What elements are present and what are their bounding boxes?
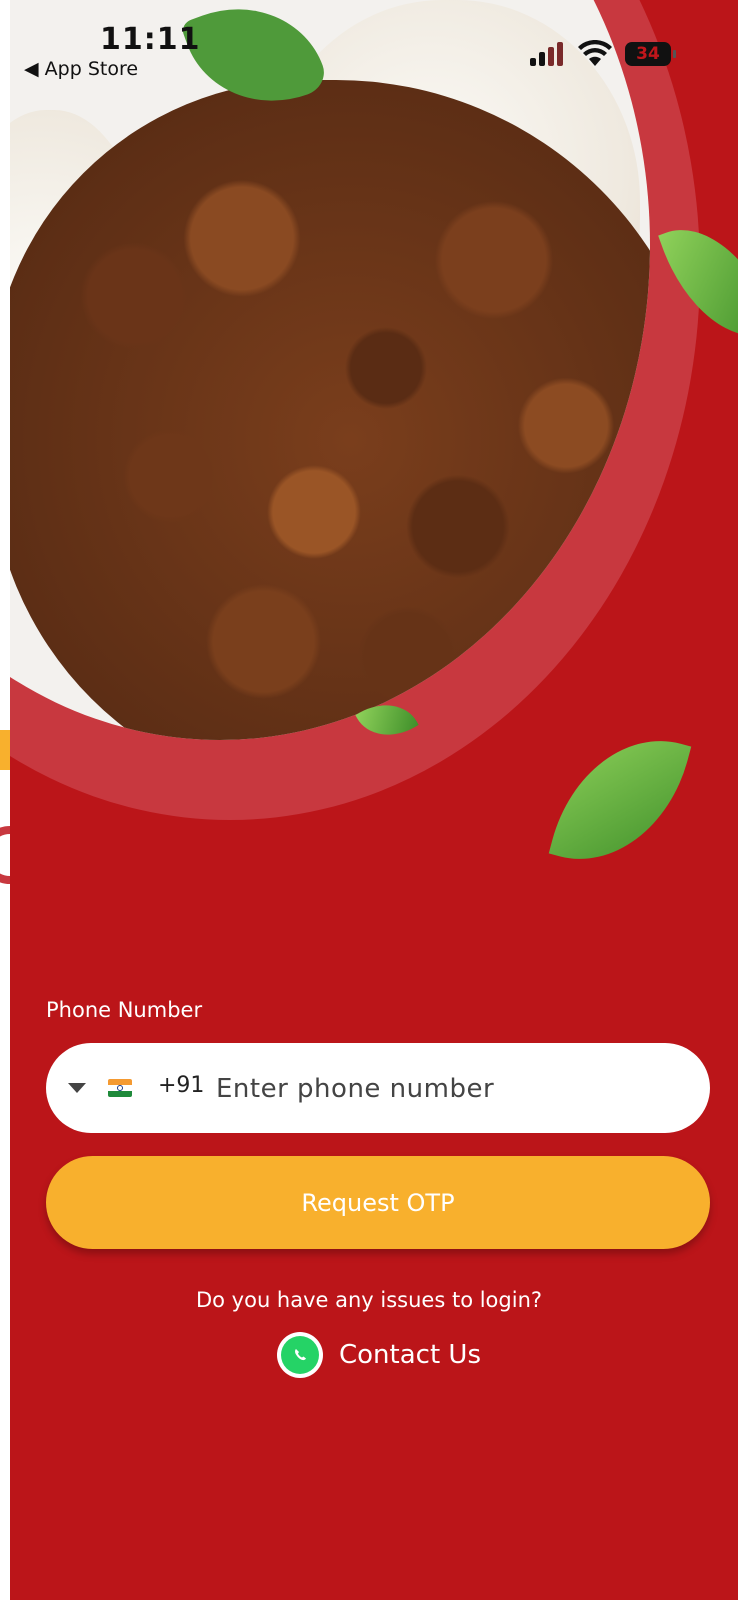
request-otp-button[interactable]: Request OTP — [46, 1156, 710, 1249]
login-issue-text: Do you have any issues to login? — [195, 1288, 543, 1312]
contact-us-link[interactable]: Contact Us — [277, 1330, 481, 1380]
battery-indicator: 34 — [625, 42, 676, 66]
cellular-signal-icon — [530, 42, 564, 66]
hero-food-image — [10, 0, 650, 740]
india-flag-icon[interactable] — [108, 1079, 132, 1097]
contact-us-label: Contact Us — [339, 1340, 481, 1370]
chickpea-curry — [10, 80, 650, 740]
battery-level: 34 — [636, 44, 660, 64]
chevron-down-icon[interactable] — [68, 1083, 86, 1093]
phone-number-label: Phone Number — [46, 998, 203, 1022]
phone-input[interactable] — [214, 1063, 688, 1115]
back-label: App Store — [44, 58, 139, 80]
phone-field: +91 — [46, 1043, 710, 1133]
status-time: 11:11 — [100, 22, 201, 57]
back-to-app-store[interactable]: ◀ App Store — [24, 58, 138, 80]
whatsapp-icon — [277, 1332, 323, 1378]
status-bar: 11:11 ◀ App Store 34 — [0, 0, 738, 90]
back-arrow-icon: ◀ — [24, 58, 39, 80]
wifi-icon — [578, 39, 612, 66]
country-code[interactable]: +91 — [158, 1073, 204, 1098]
left-edge-strip — [0, 730, 11, 910]
leaf-icon — [548, 718, 692, 882]
